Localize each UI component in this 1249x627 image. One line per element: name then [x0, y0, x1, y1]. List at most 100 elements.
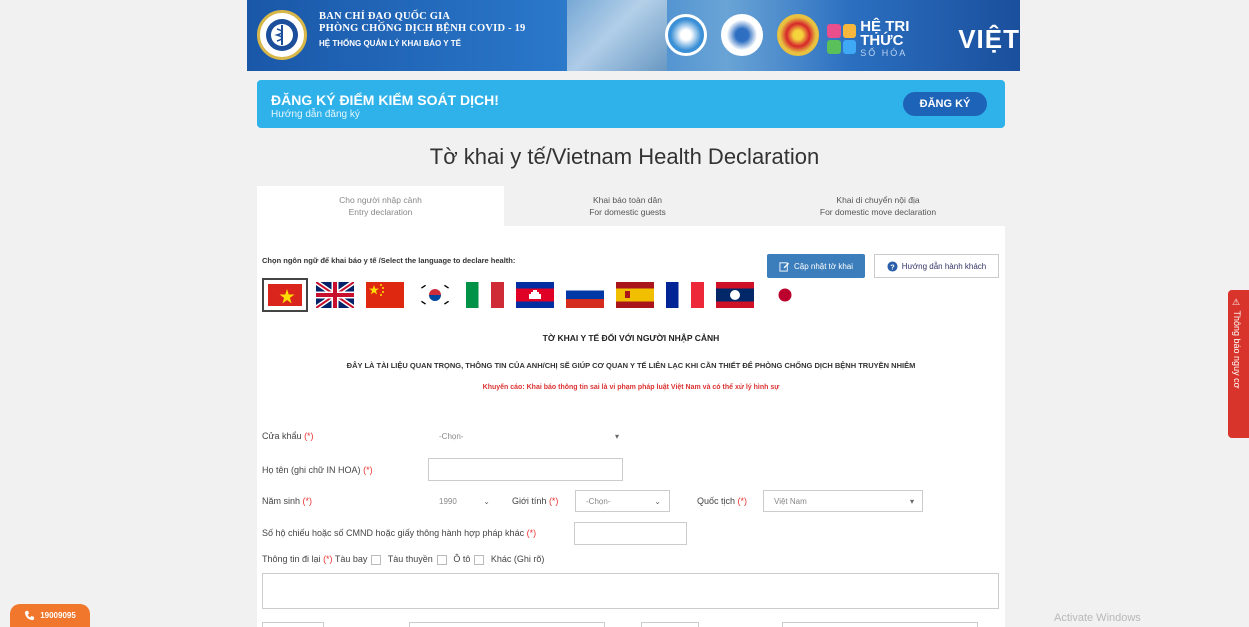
header-line-3: HỆ THỐNG QUẢN LÝ KHAI BÁO Y TẾ — [319, 39, 461, 48]
tab-domestic-guests[interactable]: Khai báo toàn dân For domestic guests — [504, 186, 751, 226]
travel-option-other[interactable]: Khác (Ghi rõ) — [491, 554, 545, 564]
declaration-tabs: Cho người nhập cảnh Entry declaration Kh… — [257, 186, 1005, 226]
fullname-input[interactable] — [428, 458, 623, 481]
tab-domestic-move[interactable]: Khai di chuyển nội địa For domestic move… — [751, 186, 1005, 226]
bell-icon: ⚠ — [1232, 298, 1242, 308]
form-warning: Khuyến cáo: Khai báo thông tin sai là vi… — [482, 384, 780, 391]
travel-details-textarea[interactable] — [262, 573, 999, 609]
birth-year-select[interactable]: 1990 ⌄ — [428, 490, 499, 512]
risk-report-tab[interactable]: ⚠ Thông báo nguy cơ — [1228, 290, 1249, 438]
brand-logo: HỆ TRI THỨC SỐ HÓA VIỆT — [827, 18, 1020, 58]
header-banner: BAN CHỈ ĐẠO QUỐC GIA PHÒNG CHỐNG DỊCH BỆ… — [247, 0, 1020, 71]
plane-checkbox[interactable] — [371, 554, 382, 565]
border-gate-select[interactable]: -Chọn- ▾ — [428, 425, 628, 447]
passport-label: Số hộ chiếu hoặc số CMND hoặc giấy thông… — [262, 528, 536, 538]
gender-select[interactable]: -Chọn- ⌄ — [575, 490, 670, 512]
gender-value: -Chọn- — [586, 496, 611, 506]
required-mark: (*) — [548, 496, 559, 506]
form-notice: ĐÂY LÀ TÀI LIỆU QUAN TRỌNG, THÔNG TIN CỦ… — [346, 361, 916, 370]
svg-text:?: ? — [890, 262, 895, 271]
ship-checkbox[interactable] — [436, 554, 447, 565]
travel-info-row: Thông tin đi lại (*) Tàu bay Tàu thuyền … — [262, 554, 544, 565]
header-line-1: BAN CHỈ ĐẠO QUỐC GIA — [319, 11, 451, 22]
border-gate-label: Cửa khẩu (*) — [262, 431, 314, 441]
tab-sublabel: For domestic move declaration — [819, 207, 937, 217]
hotline-button[interactable]: 19009095 — [10, 604, 90, 627]
passport-label-text: Số hộ chiếu hoặc số CMND hoặc giấy thông… — [262, 528, 525, 538]
update-declaration-label: Cập nhật tờ khai — [793, 261, 854, 271]
gender-label: Giới tính (*) — [512, 496, 558, 506]
china-flag-icon[interactable] — [362, 278, 408, 312]
information-agency-emblem-icon — [665, 14, 707, 56]
required-mark: (*) — [323, 554, 333, 564]
register-button[interactable]: ĐĂNG KÝ — [903, 92, 987, 116]
required-mark: (*) — [304, 431, 314, 441]
required-mark: (*) — [363, 465, 373, 475]
korea-flag-icon[interactable] — [412, 278, 458, 312]
birth-year-label: Năm sinh (*) — [262, 496, 312, 506]
language-flags — [262, 278, 808, 312]
form-card: Cho người nhập cảnh Entry declaration Kh… — [257, 186, 1005, 627]
header-title-block: BAN CHỈ ĐẠO QUỐC GIA PHÒNG CHỐNG DỊCH BỆ… — [319, 11, 526, 48]
passport-input[interactable] — [574, 522, 687, 545]
laos-flag-icon[interactable] — [712, 278, 758, 312]
nationality-select[interactable]: Việt Nam ▾ — [763, 490, 923, 512]
help-icon: ? — [887, 260, 898, 272]
fullname-label: Họ tên (ghi chữ IN HOA) (*) — [262, 465, 373, 475]
japan-flag-icon[interactable] — [762, 278, 808, 312]
tab-label: Khai báo toàn dân — [592, 195, 662, 205]
border-gate-label-text: Cửa khẩu — [262, 431, 302, 441]
next-field-3[interactable] — [641, 622, 699, 627]
register-guide-link[interactable]: Hướng dẫn đăng ký — [271, 109, 360, 120]
birth-year-label-text: Năm sinh — [262, 496, 301, 506]
risk-report-label: ⚠ Thông báo nguy cơ — [1232, 298, 1242, 388]
tab-sublabel: For domestic guests — [589, 207, 666, 217]
italy-flag-icon[interactable] — [462, 278, 508, 312]
france-flag-icon[interactable] — [662, 278, 708, 312]
travel-option-plane[interactable]: Tàu bay — [335, 554, 368, 564]
travel-label: Thông tin đi lại — [262, 554, 321, 564]
update-declaration-button[interactable]: Cập nhật tờ khai — [767, 254, 865, 278]
vietnam-flag-icon[interactable] — [262, 278, 308, 312]
chevron-down-icon: ▾ — [614, 432, 619, 441]
brand-blocks-icon — [827, 24, 857, 54]
tab-label: Cho người nhập cảnh — [339, 195, 422, 205]
phone-icon — [25, 610, 35, 621]
car-checkbox[interactable] — [474, 554, 485, 565]
passenger-guide-label: Hướng dẫn hành khách — [901, 261, 987, 271]
travel-option-car[interactable]: Ô tô — [453, 554, 470, 564]
tab-entry-declaration[interactable]: Cho người nhập cảnh Entry declaration — [257, 186, 504, 226]
edit-icon — [779, 261, 790, 272]
tab-sublabel: Entry declaration — [348, 207, 413, 217]
border-gate-value: -Chọn- — [439, 431, 464, 441]
next-field-1[interactable] — [262, 622, 324, 627]
brand-name: HỆ TRI THỨC — [860, 18, 910, 49]
birth-year-value: 1990 — [439, 496, 457, 506]
language-label: Chọn ngôn ngữ để khai báo y tế /Select t… — [262, 256, 516, 265]
banner-photo — [567, 0, 667, 71]
passenger-guide-button[interactable]: ? Hướng dẫn hành khách — [874, 254, 999, 278]
chevron-down-icon: ⌄ — [654, 497, 661, 506]
header-line-2: PHÒNG CHỐNG DỊCH BỆNH COVID - 19 — [319, 23, 526, 34]
risk-report-text: Thông báo nguy cơ — [1232, 310, 1242, 389]
brand-sub: SỐ HÓA — [860, 48, 908, 58]
next-field-2[interactable] — [409, 622, 605, 627]
next-field-4[interactable] — [782, 622, 978, 627]
nationality-value: Việt Nam — [774, 496, 807, 506]
register-title: ĐĂNG KÝ ĐIỂM KIỂM SOÁT DỊCH! — [271, 92, 499, 108]
uk-flag-icon[interactable] — [312, 278, 358, 312]
caduceus-icon — [266, 19, 298, 51]
brand-viet: VIỆT — [958, 23, 1020, 54]
travel-option-ship[interactable]: Tàu thuyền — [388, 554, 433, 564]
cambodia-flag-icon[interactable] — [512, 278, 558, 312]
russia-flag-icon[interactable] — [562, 278, 608, 312]
spain-flag-icon[interactable] — [612, 278, 658, 312]
gender-label-text: Giới tính — [512, 496, 547, 506]
tab-label: Khai di chuyển nội địa — [836, 195, 920, 205]
hotline-number: 19009095 — [40, 611, 76, 620]
required-mark: (*) — [737, 496, 748, 506]
required-mark: (*) — [526, 528, 537, 538]
science-emblem-icon — [721, 14, 763, 56]
chevron-down-icon: ⌄ — [483, 497, 490, 506]
nationality-label: Quốc tịch (*) — [697, 496, 747, 506]
